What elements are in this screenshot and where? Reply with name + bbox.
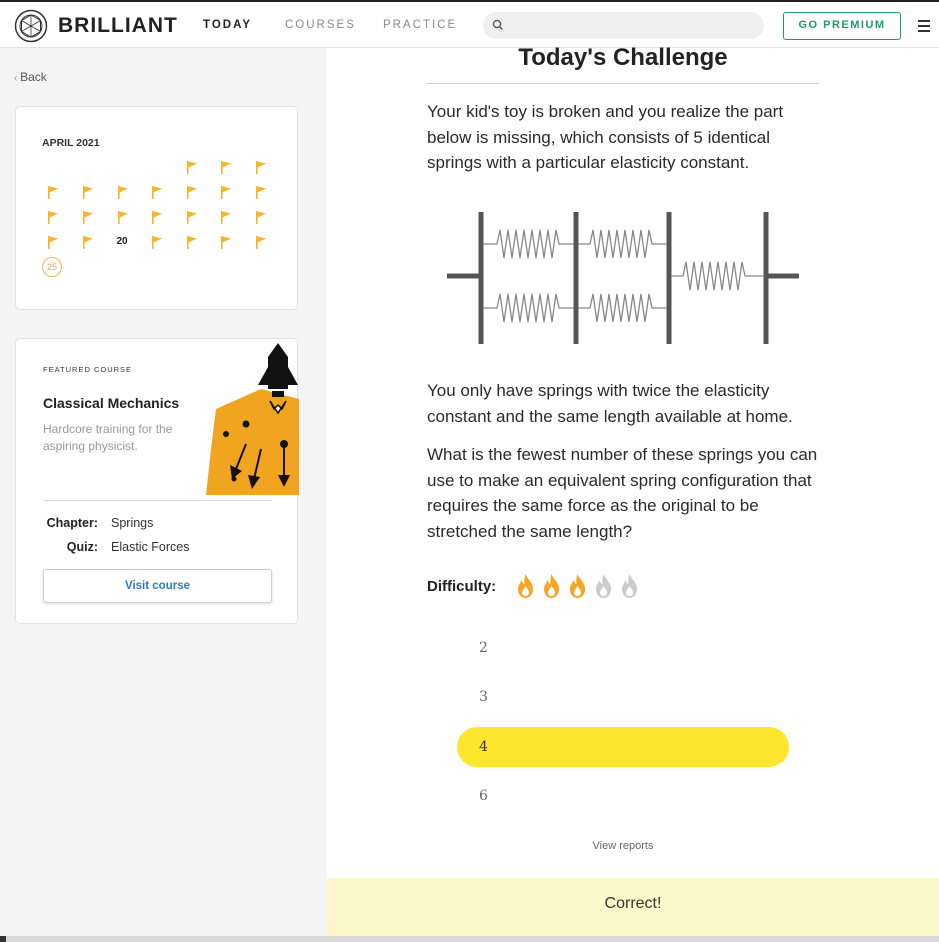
back-label: Back [20, 70, 47, 84]
flag-icon [219, 161, 233, 175]
flame-inactive-icon [622, 574, 637, 598]
challenge-paragraph-2: You only have springs with twice the ela… [427, 381, 793, 426]
nav-practice[interactable]: PRACTICE [383, 19, 457, 31]
flag-icon [185, 211, 199, 225]
challenge-panel: Today's Challenge Your kid's toy is brok… [327, 44, 939, 942]
answer-option-2[interactable]: 2 [457, 628, 789, 668]
featured-course-title[interactable]: Classical Mechanics [43, 395, 179, 411]
challenge-paragraph-1: Your kid's toy is broken and you realize… [427, 102, 784, 172]
flag-icon [185, 236, 199, 250]
challenge-question: What is the fewest number of these sprin… [427, 445, 818, 541]
go-premium-button[interactable]: GO PREMIUM [783, 12, 901, 40]
flag-icon [46, 236, 60, 250]
challenge-title: Today's Challenge [518, 44, 728, 71]
nav-today[interactable]: TODAY [203, 19, 252, 31]
flag-icon [254, 186, 268, 200]
answer-option-6[interactable]: 6 [457, 776, 789, 816]
spring-configuration-diagram [447, 212, 799, 344]
featured-course-label: FEATURED COURSE [43, 365, 133, 374]
correct-message: Correct! [604, 895, 662, 912]
flame-active-icon [518, 574, 533, 598]
featured-course-description: Hardcore training for the aspiring physi… [43, 422, 173, 453]
flame-inactive-icon [596, 574, 611, 598]
flag-icon [150, 236, 164, 250]
flag-icon [116, 211, 130, 225]
brilliant-logo-icon [14, 9, 48, 43]
flag-icon [254, 236, 268, 250]
answer-option-4[interactable]: 4 [457, 727, 789, 767]
chapter-value: Springs [111, 516, 154, 530]
flame-active-icon [544, 574, 559, 598]
nav-courses[interactable]: COURSES [285, 19, 356, 31]
calendar-day-20: 20 [116, 236, 128, 247]
featured-course-card: FEATURED COURSE Classical Mechanics Hard… [15, 338, 299, 624]
flag-icon [150, 211, 164, 225]
brand-name: BRILLIANT [58, 14, 178, 37]
flag-icon [81, 211, 95, 225]
view-reports-link[interactable]: View reports [327, 840, 919, 852]
brand-logo[interactable]: BRILLIANT [14, 9, 178, 43]
calendar-today-25: 25 [42, 257, 62, 277]
difficulty-label: Difficulty: [427, 578, 497, 595]
flag-icon [46, 186, 60, 200]
featured-divider [43, 500, 272, 501]
search-icon [492, 19, 503, 30]
bottom-scrollbar[interactable] [0, 936, 939, 942]
flag-icon [185, 161, 199, 175]
search-input[interactable] [483, 12, 764, 39]
title-divider [427, 83, 819, 84]
chapter-label: Chapter: [46, 516, 98, 530]
difficulty-rating [513, 572, 642, 600]
rocket-mechanics-illustration [206, 343, 299, 495]
flag-icon [81, 186, 95, 200]
flag-icon [219, 211, 233, 225]
flag-icon [219, 236, 233, 250]
hamburger-menu-icon[interactable] [918, 20, 930, 35]
correct-feedback-bar: Correct! [327, 878, 939, 936]
back-link[interactable]: ‹ Back [14, 70, 47, 84]
flag-icon [254, 211, 268, 225]
quiz-label: Quiz: [66, 540, 98, 554]
flag-icon [185, 186, 199, 200]
quiz-value: Elastic Forces [111, 540, 190, 554]
flag-icon [46, 211, 60, 225]
answer-option-3[interactable]: 3 [457, 677, 789, 717]
flag-icon [219, 186, 233, 200]
top-navbar: BRILLIANT TODAY COURSES PRACTICE GO PREM… [0, 2, 939, 48]
calendar-month: APRIL 2021 [42, 137, 100, 149]
flame-active-icon [570, 574, 585, 598]
flag-icon [81, 236, 95, 250]
flag-icon [254, 161, 268, 175]
flag-icon [150, 186, 164, 200]
calendar-card: APRIL 2021 20 25 [15, 106, 298, 310]
visit-course-button[interactable]: Visit course [43, 569, 272, 603]
flag-icon [116, 186, 130, 200]
